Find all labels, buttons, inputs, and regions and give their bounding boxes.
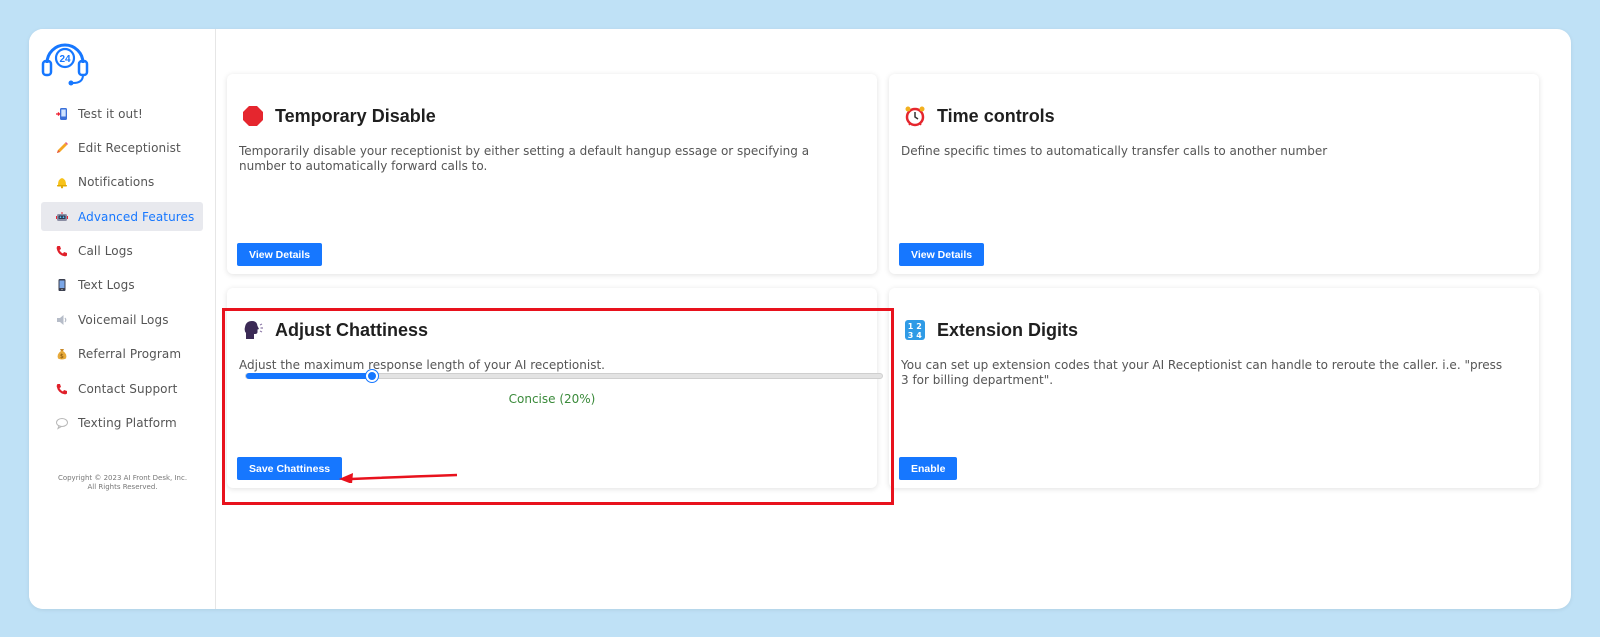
phone-icon [54, 381, 70, 397]
card-title: 1234 Extension Digits [903, 318, 1078, 342]
card-title: Temporary Disable [241, 104, 436, 128]
phone-icon [54, 243, 70, 259]
svg-text:4: 4 [916, 331, 922, 340]
robot-icon [54, 209, 70, 225]
card-adjust-chattiness: Adjust Chattiness Adjust the maximum res… [227, 288, 883, 488]
sidebar-item-label: Texting Platform [78, 416, 177, 431]
sidebar-item-label: Notifications [78, 175, 155, 190]
sidebar-item-referral-program[interactable]: $ Referral Program [41, 340, 203, 369]
stop-sign-icon [241, 104, 265, 128]
slider-value-label: Concise (20%) [508, 392, 596, 406]
enable-button[interactable]: Enable [899, 457, 958, 480]
sidebar-item-contact-support[interactable]: Contact Support [41, 374, 203, 403]
speaking-head-icon [241, 318, 265, 342]
copyright-text: Copyright © 2023 AI Front Desk, Inc. All… [57, 474, 188, 491]
card-extension-digits: 1234 Extension Digits You can set up ext… [889, 288, 1539, 488]
chattiness-slider[interactable] [245, 370, 883, 382]
svg-text:$: $ [60, 353, 64, 360]
sidebar-item-label: Edit Receptionist [78, 140, 181, 155]
speech-bubble-icon [54, 415, 70, 431]
sidebar-item-label: Voicemail Logs [78, 312, 169, 327]
sidebar-item-test-it-out[interactable]: Test it out! [41, 99, 203, 128]
card-time-controls: Time controls Define specific times to a… [889, 74, 1539, 274]
headset-24-logo[interactable]: 24 [39, 35, 91, 87]
card-description: Adjust the maximum response length of yo… [239, 358, 605, 372]
view-details-button[interactable]: View Details [899, 243, 985, 266]
sidebar-item-label: Advanced Features [78, 209, 195, 224]
svg-text:2: 2 [916, 322, 922, 331]
slider-fill [246, 373, 374, 379]
sidebar-item-edit-receptionist[interactable]: Edit Receptionist [41, 133, 203, 162]
slider-handle[interactable] [366, 370, 379, 382]
sidebar-item-label: Text Logs [78, 278, 135, 293]
sidebar-item-label: Test it out! [78, 106, 143, 121]
pencil-icon [54, 140, 70, 156]
card-description: Temporarily disable your receptionist by… [239, 144, 810, 173]
card-title: Adjust Chattiness [241, 318, 428, 342]
card-title: Time controls [903, 104, 1055, 128]
sidebar-item-label: Call Logs [78, 244, 133, 259]
bell-icon [54, 174, 70, 190]
sidebar-item-label: Referral Program [78, 347, 182, 362]
annotation-arrow-icon [339, 473, 458, 483]
sidebar-nav: Test it out! Edit Receptionist Notificat… [41, 99, 203, 443]
money-bag-icon: $ [54, 346, 70, 362]
save-chattiness-button[interactable]: Save Chattiness [237, 457, 343, 480]
sidebar-item-text-logs[interactable]: Text Logs [41, 271, 203, 300]
speaker-icon [54, 312, 70, 328]
sidebar-item-label: Contact Support [78, 381, 178, 396]
card-temporary-disable: Temporary Disable Temporarily disable yo… [227, 74, 877, 274]
sidebar-item-notifications[interactable]: Notifications [41, 168, 203, 197]
phone-device-icon [54, 106, 70, 122]
view-details-button[interactable]: View Details [237, 243, 323, 266]
sidebar-item-call-logs[interactable]: Call Logs [41, 237, 203, 266]
app-window: 24 Test it out! Edit Receptionist Notifi… [29, 29, 1571, 609]
input-numbers-icon: 1234 [903, 318, 927, 342]
sidebar-item-voicemail-logs[interactable]: Voicemail Logs [41, 305, 203, 334]
svg-text:24: 24 [59, 54, 71, 65]
sidebar-item-texting-platform[interactable]: Texting Platform [41, 409, 203, 438]
alarm-clock-icon [903, 104, 927, 128]
mobile-icon [54, 277, 70, 293]
svg-text:1: 1 [908, 322, 914, 331]
sidebar: 24 Test it out! Edit Receptionist Notifi… [29, 29, 216, 609]
card-description: Define specific times to automatically t… [901, 144, 1328, 158]
sidebar-item-advanced-features[interactable]: Advanced Features [41, 202, 203, 232]
card-description: You can set up extension codes that your… [901, 358, 1503, 387]
svg-text:3: 3 [908, 331, 914, 340]
